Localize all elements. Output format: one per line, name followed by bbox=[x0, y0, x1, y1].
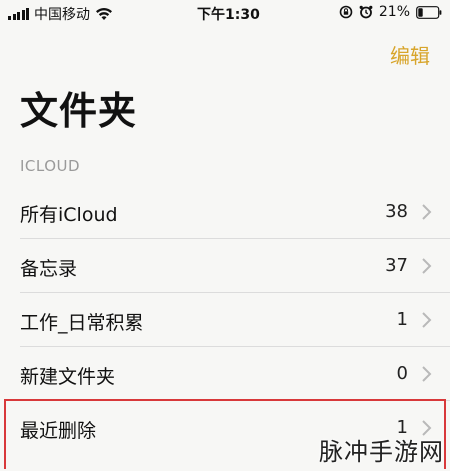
folder-count: 0 bbox=[396, 363, 408, 384]
folder-label: 备忘录 bbox=[20, 258, 78, 280]
battery-icon bbox=[416, 5, 442, 19]
signal-icon bbox=[8, 8, 29, 20]
status-left: 中国移动 bbox=[8, 4, 113, 24]
folder-count: 37 bbox=[385, 255, 408, 276]
chevron-right-icon bbox=[422, 204, 432, 220]
edit-button[interactable]: 编辑 bbox=[390, 40, 430, 69]
folder-row-work-daily[interactable]: 工作_日常积累 1 bbox=[0, 293, 450, 347]
folder-label: 最近删除 bbox=[20, 420, 97, 442]
alarm-icon bbox=[359, 5, 373, 19]
folder-label: 工作_日常积累 bbox=[20, 312, 144, 334]
folder-label: 新建文件夹 bbox=[20, 366, 116, 388]
folder-count: 1 bbox=[396, 309, 408, 330]
battery-percent: 21% bbox=[378, 4, 410, 20]
chevron-right-icon bbox=[422, 366, 432, 382]
folder-row-all-icloud[interactable]: 所有iCloud 38 bbox=[0, 185, 450, 239]
folder-list: 所有iCloud 38 备忘录 37 工作_日常积累 1 新建文件夹 0 最近删… bbox=[0, 185, 450, 455]
carrier-name: 中国移动 bbox=[34, 7, 90, 23]
section-header-icloud: ICLOUD bbox=[20, 157, 81, 175]
wifi-icon bbox=[96, 7, 112, 20]
folder-row-notes[interactable]: 备忘录 37 bbox=[0, 239, 450, 293]
status-right: 21% bbox=[339, 4, 442, 20]
watermark: 脉冲手游网 bbox=[319, 438, 444, 466]
status-time: 下午1:30 bbox=[197, 7, 260, 23]
page-title: 文件夹 bbox=[20, 89, 138, 133]
folder-row-new-folder[interactable]: 新建文件夹 0 bbox=[0, 347, 450, 401]
orientation-lock-icon bbox=[339, 5, 353, 19]
folder-label: 所有iCloud bbox=[20, 204, 118, 226]
status-bar: 中国移动 下午1:30 21% bbox=[0, 0, 450, 26]
chevron-right-icon bbox=[422, 258, 432, 274]
folder-count: 38 bbox=[385, 201, 408, 222]
chevron-right-icon bbox=[422, 312, 432, 328]
